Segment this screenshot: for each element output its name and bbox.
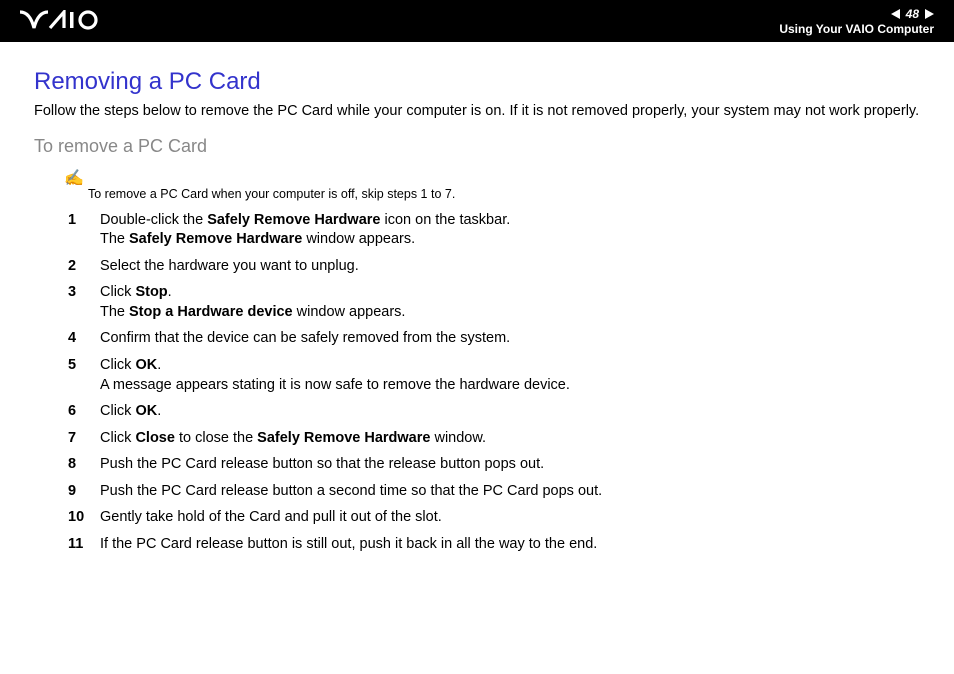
step-text: Click (100, 357, 135, 373)
step-text: Push the PC Card release button so that … (100, 456, 544, 472)
step-item: Click OK. A message appears stating it is… (34, 356, 920, 395)
step-text: The (100, 231, 129, 247)
step-text: icon on the taskbar. (380, 212, 510, 228)
section-name: Using Your VAIO Computer (779, 22, 934, 36)
step-text-bold: OK (135, 403, 157, 419)
step-text: window. (430, 430, 486, 446)
step-text: to close the (175, 430, 257, 446)
step-text: Select the hardware you want to unplug. (100, 258, 359, 274)
vaio-logo (20, 10, 110, 33)
step-text-bold: Stop a Hardware device (129, 304, 293, 320)
note-text: To remove a PC Card when your computer i… (88, 187, 455, 201)
step-text-bold: Safely Remove Hardware (207, 212, 380, 228)
step-text: Click (100, 284, 135, 300)
prev-page-arrow-icon[interactable] (891, 9, 900, 19)
step-text-bold: Stop (135, 284, 167, 300)
step-item: Click Stop. The Stop a Hardware device wi… (34, 283, 920, 322)
step-text: window appears. (302, 231, 415, 247)
step-text: A message appears stating it is now safe… (100, 377, 570, 393)
note-text-row: To remove a PC Card when your computer i… (64, 187, 920, 201)
page-title: Removing a PC Card (34, 68, 920, 96)
step-text-bold: Safely Remove Hardware (129, 231, 302, 247)
step-item: Push the PC Card release button so that … (34, 455, 920, 475)
step-item: Click OK. (34, 402, 920, 422)
page-header: 48 Using Your VAIO Computer (0, 0, 954, 42)
step-item: Select the hardware you want to unplug. (34, 257, 920, 277)
step-item: Click Close to close the Safely Remove H… (34, 429, 920, 449)
next-page-arrow-icon[interactable] (925, 9, 934, 19)
step-text: . (168, 284, 172, 300)
step-item: Confirm that the device can be safely re… (34, 329, 920, 349)
note-icon: ✍ (64, 171, 84, 187)
subtitle: To remove a PC Card (34, 136, 920, 157)
step-text-bold: OK (135, 357, 157, 373)
page-content: Removing a PC Card Follow the steps belo… (0, 42, 954, 554)
step-text: Gently take hold of the Card and pull it… (100, 509, 442, 525)
intro-text: Follow the steps below to remove the PC … (34, 102, 920, 122)
step-item: Push the PC Card release button a second… (34, 482, 920, 502)
steps-list: Double-click the Safely Remove Hardware … (34, 211, 920, 555)
step-item: Double-click the Safely Remove Hardware … (34, 211, 920, 250)
step-item: Gently take hold of the Card and pull it… (34, 508, 920, 528)
step-text: . (157, 357, 161, 373)
step-text: If the PC Card release button is still o… (100, 536, 597, 552)
page-nav: 48 (891, 7, 934, 21)
page-number: 48 (906, 7, 919, 21)
step-item: If the PC Card release button is still o… (34, 535, 920, 555)
step-text: Double-click the (100, 212, 207, 228)
step-text: Push the PC Card release button a second… (100, 483, 602, 499)
step-text-bold: Safely Remove Hardware (257, 430, 430, 446)
header-right: 48 Using Your VAIO Computer (779, 7, 934, 36)
step-text: . (157, 403, 161, 419)
note-block: ✍ (64, 171, 920, 187)
vaio-logo-svg (20, 10, 110, 30)
step-text: window appears. (293, 304, 406, 320)
step-text: The (100, 304, 129, 320)
step-text: Click (100, 403, 135, 419)
step-text-bold: Close (135, 430, 175, 446)
step-text: Click (100, 430, 135, 446)
step-text: Confirm that the device can be safely re… (100, 330, 510, 346)
